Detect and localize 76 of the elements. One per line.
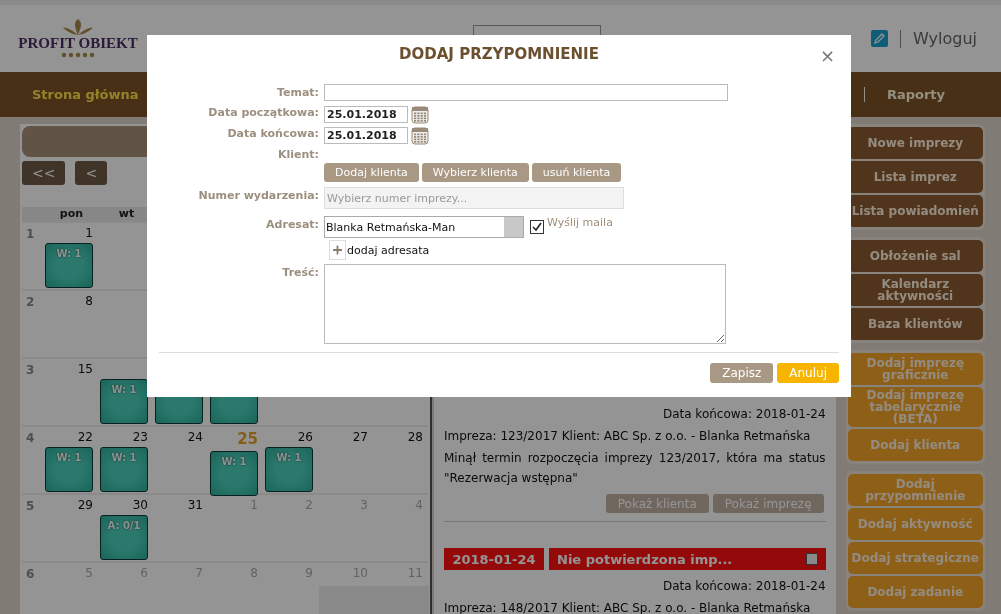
day-number[interactable]: 15	[77, 362, 93, 376]
day-number[interactable]: 28	[407, 430, 423, 444]
dialog-button[interactable]: Zapisz	[710, 363, 774, 383]
field-label: Klient:	[277, 147, 319, 163]
day-number[interactable]: 22	[77, 430, 93, 444]
event-tile[interactable]: W: 1	[210, 451, 258, 496]
week-number: 1	[25, 226, 36, 241]
event-tile[interactable]: W: 1	[265, 447, 313, 492]
field-label: Treść:	[281, 265, 319, 281]
prev-month-button[interactable]: <	[75, 161, 108, 185]
menu-button[interactable]: Dodaj zadanie	[847, 576, 983, 608]
logout-link[interactable]: Wyloguj	[913, 29, 977, 48]
week-number: 3	[25, 362, 36, 377]
pencil-icon[interactable]	[871, 30, 888, 47]
event-tile[interactable]: W: 1	[100, 447, 148, 492]
menu-button[interactable]: Dodaj strategiczne	[847, 542, 983, 574]
notification-message: Minął termin rozpoczęcia imprezy 123/2017, która ma status "Rezerwacja wstępna"	[444, 450, 826, 487]
menu-button[interactable]: Dodaj imprezę tabelarycznie (BETA)	[847, 387, 983, 427]
day-number[interactable]: 30	[132, 498, 148, 512]
leaf-icon	[61, 19, 95, 35]
day-number[interactable]: 24	[187, 430, 203, 444]
menu-button[interactable]: Dodaj przypomnienie	[847, 474, 983, 506]
day-number[interactable]: 1	[85, 226, 93, 240]
day-number[interactable]: 29	[77, 498, 93, 512]
plus-icon	[329, 240, 346, 260]
field-label: Data początkowa:	[207, 105, 319, 121]
day-number[interactable]: 8	[85, 294, 93, 308]
event-tile[interactable]: W: 1	[100, 379, 148, 424]
stars-icon	[61, 52, 95, 58]
end-date-text: Data końcowa: 2018-01-24	[661, 578, 826, 595]
day-number[interactable]: 31	[187, 498, 203, 512]
field-label: Data końcowa:	[226, 126, 319, 142]
calendar-icon[interactable]	[411, 104, 429, 124]
nav-item[interactable]: Strona główna	[32, 87, 139, 102]
week-number: 5	[25, 498, 36, 513]
content-textarea[interactable]	[324, 264, 726, 344]
notification-title: Nie potwierdzona imp...	[557, 551, 733, 567]
send-mail-checkbox[interactable]	[530, 220, 544, 234]
date-input[interactable]: 25.01.2018	[324, 126, 408, 144]
dialog-button[interactable]: Anuluj	[777, 363, 839, 383]
prev-year-button[interactable]: <<	[22, 161, 66, 185]
end-date-text: Data końcowa: 2018-01-24	[661, 406, 826, 423]
field-label: Adresat:	[265, 217, 319, 233]
client-button[interactable]: Wybierz klienta	[421, 163, 529, 182]
dialog-title: DODAJ PRZYPOMNIENIE	[399, 45, 599, 63]
logo-text: PROFIT OBIEKT	[18, 35, 138, 52]
send-mail-label: Wyślij maila	[547, 216, 613, 229]
event-summary: Impreza: 148/2017 Klient: ABC Sp. z o.o. - Blanka Retmańska	[444, 600, 812, 614]
event-summary: Impreza: 123/2017 Klient: ABC Sp. z o.o. - Blanka Retmańska	[444, 428, 812, 445]
weekday-label: wt	[117, 207, 136, 221]
event-tile[interactable]: W: 1	[45, 243, 93, 288]
notification-date: 2018-01-24	[444, 548, 544, 570]
add-recipient-button[interactable]: dodaj adresata	[329, 240, 430, 260]
weekday-label: pon	[58, 207, 85, 221]
day-number[interactable]: 26	[297, 430, 313, 444]
week-number: 4	[25, 430, 36, 445]
day-number[interactable]: 27	[352, 430, 368, 444]
event-tile[interactable]: A: 0/1	[100, 515, 148, 560]
calendar-icon[interactable]	[411, 125, 429, 145]
week-number: 6	[25, 566, 36, 581]
field-label: Numer wydarzenia:	[197, 188, 319, 204]
day-number[interactable]: 25	[237, 430, 258, 448]
menu-button[interactable]: Dodaj klienta	[847, 429, 983, 461]
date-input[interactable]: 25.01.2018	[324, 105, 408, 123]
field-label: Temat:	[275, 85, 319, 101]
week-number: 2	[25, 294, 36, 309]
close-button[interactable]: ×	[813, 44, 841, 67]
subject-input[interactable]	[324, 84, 728, 101]
menu-button[interactable]: Dodaj aktywność	[847, 508, 983, 540]
recipient-combo[interactable]: Blanka Retmańska-Man	[324, 216, 524, 238]
day-number[interactable]: 23	[132, 430, 148, 444]
client-button[interactable]: usuń klienta	[531, 163, 622, 182]
notification-checkbox[interactable]	[805, 553, 818, 565]
nav-item[interactable]: Raporty	[863, 87, 945, 102]
event-tile[interactable]: W: 1	[45, 447, 93, 492]
client-button[interactable]: Dodaj klienta	[324, 163, 419, 182]
